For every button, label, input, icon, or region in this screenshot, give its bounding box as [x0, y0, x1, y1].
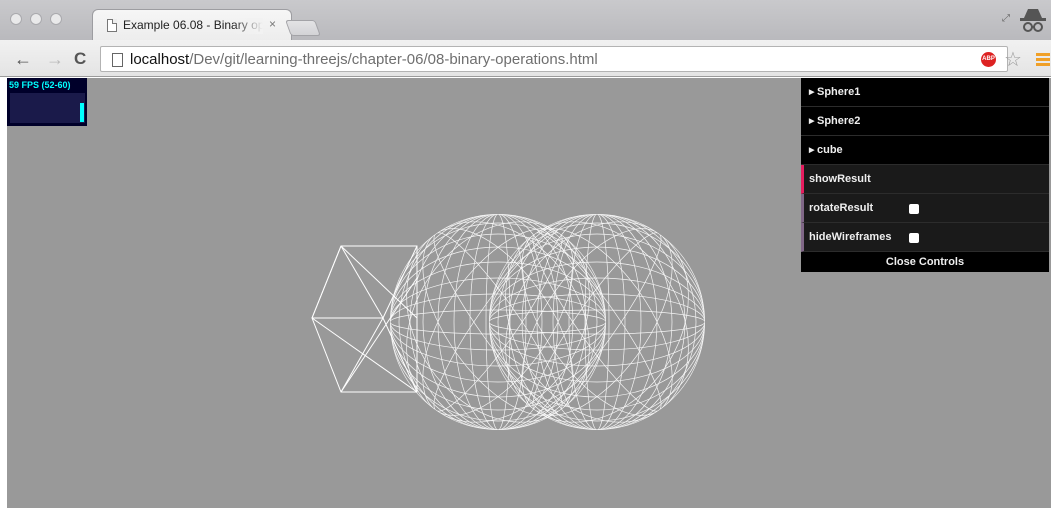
reload-icon[interactable]: C [74, 50, 86, 68]
incognito-icon [1020, 9, 1046, 32]
browser-titlebar: Example 06.08 - Binary operations × ⤢ [0, 0, 1051, 40]
hide-wireframes-checkbox[interactable] [909, 233, 919, 243]
page-icon [107, 19, 117, 32]
left-border [0, 78, 7, 508]
folder-label: cube [817, 144, 843, 156]
hide-wireframes-control: hideWireframes [801, 223, 1049, 252]
bookmark-star-icon[interactable]: ☆ [1004, 47, 1022, 72]
adblock-icon[interactable]: ABP [981, 52, 996, 67]
fps-graph-bar [80, 103, 84, 122]
url-text: localhost/Dev/git/learning-threejs/chapt… [130, 51, 598, 68]
page-icon [112, 53, 123, 67]
browser-toolbar: ← → C localhost/Dev/git/learning-threejs… [0, 40, 1051, 77]
show-result-label: showResult [809, 173, 871, 185]
folder-arrow-icon: ▶ [809, 89, 815, 96]
folder-label: Sphere2 [817, 115, 861, 127]
back-arrow-icon[interactable]: ← [14, 50, 32, 68]
fps-text: 59 FPS (52-60) [9, 80, 71, 90]
url-path: /Dev/git/learning-threejs/chapter-06/08-… [189, 51, 598, 68]
folder-sphere1[interactable]: ▶ Sphere1 [801, 78, 1049, 107]
zoom-window-button[interactable] [50, 13, 62, 25]
minimize-window-button[interactable] [30, 13, 42, 25]
cube-wireframe [311, 245, 418, 393]
close-window-button[interactable] [10, 13, 22, 25]
folder-label: Sphere1 [817, 86, 861, 98]
rotate-result-checkbox[interactable] [909, 204, 919, 214]
chrome-menu-icon[interactable] [1036, 53, 1050, 68]
show-result-button[interactable]: showResult [801, 165, 1049, 194]
folder-sphere2[interactable]: ▶ Sphere2 [801, 107, 1049, 136]
folder-arrow-icon: ▶ [809, 118, 815, 125]
restore-icon[interactable]: ⤢ [1002, 13, 1010, 24]
tab-title: Example 06.08 - Binary operations [123, 18, 263, 34]
folder-arrow-icon: ▶ [809, 147, 815, 154]
forward-arrow-icon[interactable]: → [46, 50, 64, 68]
browser-tab[interactable]: Example 06.08 - Binary operations × [92, 9, 292, 40]
rotate-result-label: rotateResult [809, 202, 874, 214]
new-tab-button[interactable] [285, 20, 321, 36]
url-host: localhost [130, 51, 190, 68]
close-controls-button[interactable]: Close Controls [801, 252, 1049, 272]
tab-close-icon[interactable]: × [269, 17, 276, 31]
controls-panel: ▶ Sphere1 ▶ Sphere2 ▶ cube showResult rotat… [801, 78, 1049, 272]
fps-stats-panel[interactable]: 59 FPS (52-60) [7, 78, 87, 126]
folder-cube[interactable]: ▶ cube [801, 136, 1049, 165]
rotate-result-control: rotateResult [801, 194, 1049, 223]
fps-graph [10, 93, 85, 123]
address-bar[interactable]: localhost/Dev/git/learning-threejs/chapt… [100, 46, 1008, 72]
hide-wireframes-label: hideWireframes [809, 231, 892, 243]
